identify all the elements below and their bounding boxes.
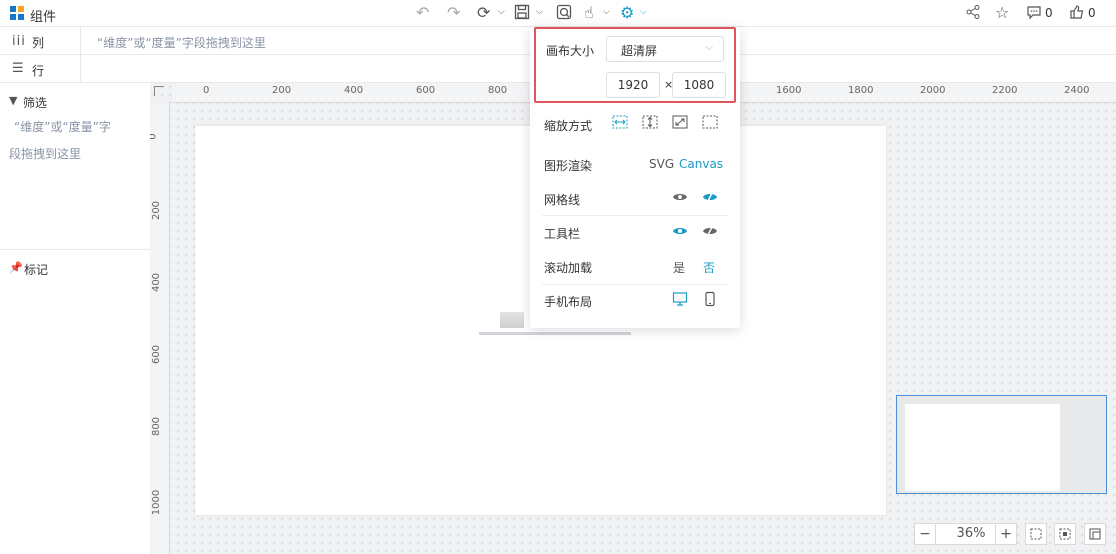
empty-placeholder-image <box>500 312 524 328</box>
chevron-down-icon[interactable]: ⌵ <box>498 7 505 17</box>
columns-drop-zone[interactable]: “维度”或“度量”字段拖拽到这里 <box>97 34 266 51</box>
ruler-tick: 1600 <box>776 85 802 96</box>
preview-icon[interactable] <box>556 4 572 24</box>
grid-logo-icon <box>10 6 24 20</box>
fit-height-icon[interactable] <box>642 115 658 132</box>
pin-icon: 📌 <box>9 261 23 274</box>
share-icon[interactable] <box>965 4 981 24</box>
canvas-size-label: 画布大小 <box>546 44 595 58</box>
gridline-label: 网格线 <box>544 193 581 207</box>
render-canvas-option[interactable]: Canvas <box>679 157 723 171</box>
chevron-down-icon: ⌵ <box>705 42 713 53</box>
ruler-tick: 200 <box>272 85 292 96</box>
rows-icon: ☰ <box>12 61 24 76</box>
center-icon[interactable] <box>1054 523 1076 545</box>
chevron-down-icon[interactable]: ⌵ <box>640 7 647 17</box>
chevron-down-icon[interactable]: ⌵ <box>603 7 610 17</box>
top-toolbar: 组件 ↶ ↷ ⟳ ⌵ ⌵ ☝ ⌵ ⚙ ⌵ ☆ 0 0 <box>0 0 1116 27</box>
canvas-size-highlight: 画布大小 超清屏 ⌵ 1920 × 1080 <box>534 27 736 103</box>
render-label: 图形渲染 <box>544 159 593 173</box>
canvas-settings-popup: 画布大小 超清屏 ⌵ 1920 × 1080 缩放方式 图形渲染 SVG Can… <box>530 27 740 328</box>
ruler-tick: 600 <box>416 85 436 96</box>
height-input[interactable]: 1080 <box>672 72 726 98</box>
ruler-tick: 1800 <box>848 85 874 96</box>
width-input[interactable]: 1920 <box>606 72 660 98</box>
star-icon[interactable]: ☆ <box>995 4 1009 22</box>
zoom-out-button[interactable]: − <box>914 523 936 545</box>
rows-label: 行 <box>32 64 45 78</box>
no-scale-icon[interactable] <box>702 115 718 132</box>
marks-label: 标记 <box>24 263 49 277</box>
ruler-tick: 0 <box>203 85 210 96</box>
canvas-size-select[interactable]: 超清屏 ⌵ <box>606 36 724 62</box>
render-svg-option[interactable]: SVG <box>649 157 674 171</box>
undo-icon[interactable]: ↶ <box>416 4 429 22</box>
ruler-tick: 0 <box>150 133 159 139</box>
empty-placeholder-text <box>479 332 631 335</box>
components-title[interactable]: 组件 <box>30 6 56 25</box>
scroll-load-label: 滚动加载 <box>544 261 593 275</box>
zoom-controls: − 36% + <box>914 523 1106 545</box>
vertical-ruler: 0 200 400 600 800 1000 <box>150 103 170 554</box>
eye-icon[interactable] <box>672 224 688 241</box>
divider <box>542 284 728 285</box>
ruler-tick: 800 <box>151 416 163 437</box>
ruler-tick: 400 <box>151 272 163 293</box>
ruler-tick: 2400 <box>1064 85 1090 96</box>
mobile-layout-label: 手机布局 <box>544 295 593 309</box>
scroll-no-option[interactable]: 否 <box>703 259 715 276</box>
comment-count: 0 <box>1045 6 1053 20</box>
filter-icon: ▼ <box>9 94 18 107</box>
divider <box>0 249 150 250</box>
left-panel: ▼ 筛选 “维度”或“度量”字 段拖拽到这里 📌 标记 <box>0 83 150 554</box>
ruler-tick: 1000 <box>151 489 163 516</box>
filter-drop-zone-line1[interactable]: “维度”或“度量”字 <box>14 118 111 135</box>
redo-icon[interactable]: ↷ <box>447 4 460 22</box>
scale-mode-label: 缩放方式 <box>544 119 593 133</box>
ruler-tick: 400 <box>344 85 364 96</box>
ruler-tick: 2200 <box>992 85 1018 96</box>
refresh-icon[interactable]: ⟳ <box>477 4 490 22</box>
comment-icon[interactable] <box>1026 4 1042 24</box>
columns-label: 列 <box>32 36 45 50</box>
chevron-down-icon[interactable]: ⌵ <box>536 7 543 17</box>
ruler-tick: 800 <box>488 85 508 96</box>
toolbar-label: 工具栏 <box>544 227 581 241</box>
hand-icon[interactable]: ☝ <box>584 4 594 22</box>
ruler-corner-icon[interactable] <box>154 86 164 96</box>
eye-icon[interactable] <box>672 190 688 207</box>
eye-hidden-icon[interactable] <box>702 190 718 207</box>
minimap-toggle-icon[interactable] <box>1084 523 1106 545</box>
divider <box>80 27 81 54</box>
minimap[interactable] <box>896 395 1107 494</box>
divider <box>80 55 81 83</box>
like-count: 0 <box>1088 6 1096 20</box>
eye-hidden-icon[interactable] <box>702 224 718 241</box>
stretch-icon[interactable] <box>672 115 688 132</box>
mobile-icon[interactable] <box>702 291 718 310</box>
ruler-tick: 600 <box>151 344 163 365</box>
ruler-tick: 200 <box>151 200 163 221</box>
minimap-viewport[interactable] <box>905 404 1060 491</box>
desktop-icon[interactable] <box>672 291 688 310</box>
filter-drop-zone-line2[interactable]: 段拖拽到这里 <box>9 145 81 162</box>
columns-icon: iii <box>12 34 26 49</box>
scroll-yes-option[interactable]: 是 <box>673 259 685 276</box>
settings-gear-icon[interactable]: ⚙ <box>620 4 634 22</box>
filter-label: 筛选 <box>23 96 48 110</box>
fit-screen-icon[interactable] <box>1025 523 1047 545</box>
canvas-size-value: 超清屏 <box>621 44 658 58</box>
divider <box>542 215 728 216</box>
fit-width-icon[interactable] <box>612 115 628 132</box>
ruler-tick: 2000 <box>920 85 946 96</box>
zoom-in-button[interactable]: + <box>995 523 1017 545</box>
save-icon[interactable] <box>514 4 530 24</box>
like-icon[interactable] <box>1069 4 1085 24</box>
